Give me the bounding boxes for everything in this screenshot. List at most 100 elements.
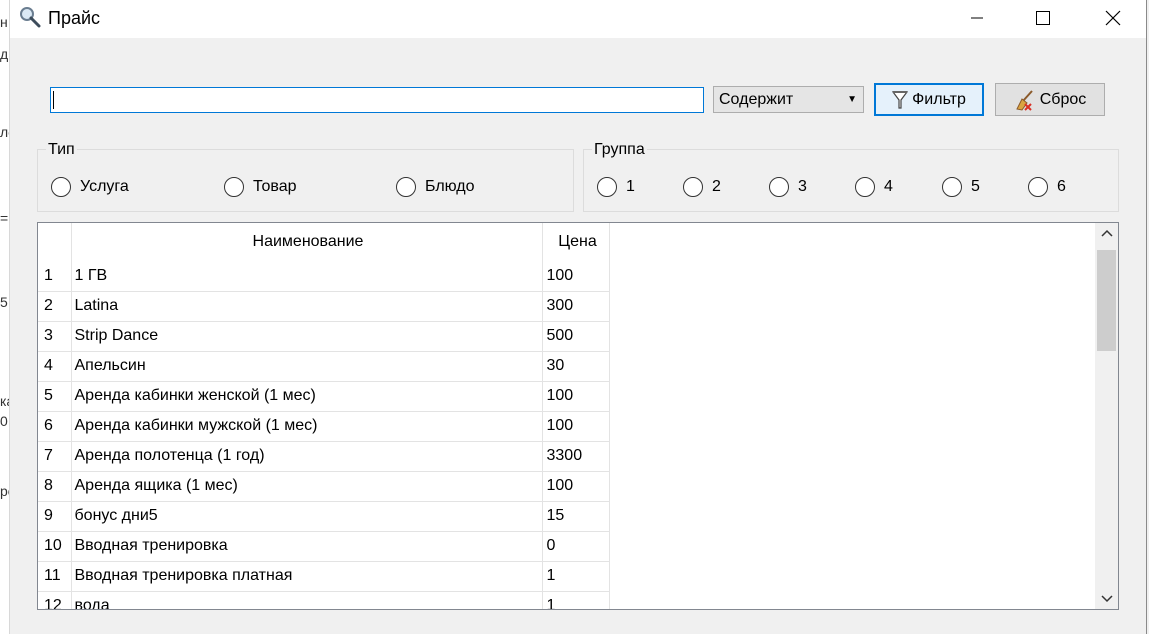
radio-circle[interactable]	[51, 177, 71, 197]
window-title: Прайс	[48, 8, 101, 28]
scroll-up-icon[interactable]	[1100, 227, 1114, 241]
type-legend: Тип	[46, 141, 77, 159]
group-groupbox: Группа 1 2 3 4 5 6	[583, 141, 1119, 212]
column-header-name[interactable]: Наименование	[71, 223, 543, 261]
table-row[interactable]: 10 Вводная тренировка 0	[38, 531, 610, 562]
table-row[interactable]: 5 Аренда кабинки женской (1 мес) 100	[38, 381, 610, 412]
table-header-row: Наименование Цена	[38, 223, 610, 261]
row-price-cell[interactable]: 1	[542, 561, 610, 592]
funnel-icon	[892, 90, 909, 109]
close-button[interactable]	[1090, 0, 1136, 36]
column-header-price[interactable]: Цена	[542, 223, 610, 261]
vertical-scrollbar[interactable]	[1095, 223, 1118, 609]
radio-type-goods[interactable]: Товар	[224, 177, 297, 197]
radio-circle[interactable]	[855, 177, 875, 197]
radio-label: Товар	[253, 178, 297, 195]
radio-label: 1	[626, 178, 635, 195]
price-table[interactable]: Наименование Цена 11 ГВ 100 2 Latina 300 3 Str…	[37, 222, 1119, 610]
table-row[interactable]: 8 Аренда ящика (1 мес) 100	[38, 471, 610, 502]
radio-type-dish[interactable]: Блюдо	[396, 177, 475, 197]
radio-circle[interactable]	[396, 177, 416, 197]
radio-label: Блюдо	[425, 178, 475, 195]
maximize-button[interactable]	[1020, 0, 1066, 36]
row-price-cell[interactable]: 300	[542, 291, 610, 322]
row-name-cell[interactable]: Strip Dance	[71, 321, 543, 352]
type-groupbox: Тип Услуга Товар Блюдо	[37, 141, 574, 212]
radio-group-1[interactable]: 1	[597, 177, 635, 197]
filter-button[interactable]: Фильтр	[874, 83, 984, 116]
radio-label: 5	[971, 178, 980, 195]
row-price-cell[interactable]: 1	[542, 591, 610, 609]
radio-circle[interactable]	[1028, 177, 1048, 197]
row-number-header	[38, 223, 72, 261]
row-number: 11	[38, 561, 72, 592]
radio-label: Услуга	[80, 178, 129, 195]
bg-text: =	[0, 210, 9, 226]
match-mode-select[interactable]: Содержит ▼	[713, 86, 864, 113]
row-number: 5	[38, 381, 72, 412]
group-legend: Группа	[592, 141, 647, 159]
radio-circle[interactable]	[683, 177, 703, 197]
table-row[interactable]: 9 бонус дни5 15	[38, 501, 610, 532]
row-price-cell[interactable]: 100	[542, 261, 610, 292]
search-input[interactable]	[50, 87, 704, 113]
row-name-cell[interactable]: 1 ГВ	[71, 261, 543, 292]
row-name-cell[interactable]: Аренда кабинки мужской (1 мес)	[71, 411, 543, 442]
row-price-cell[interactable]: 3300	[542, 441, 610, 472]
table-row[interactable]: 11 Вводная тренировка платная 1	[38, 561, 610, 592]
title-bar[interactable]: Прайс	[10, 0, 1146, 38]
row-number: 9	[38, 501, 72, 532]
table-row[interactable]: 7 Аренда полотенца (1 год) 3300	[38, 441, 610, 472]
bg-text: ка	[0, 393, 9, 409]
radio-group-6[interactable]: 6	[1028, 177, 1066, 197]
radio-circle[interactable]	[597, 177, 617, 197]
table-row[interactable]: 3 Strip Dance 500	[38, 321, 610, 352]
row-number: 10	[38, 531, 72, 562]
table-row[interactable]: 11 ГВ 100	[38, 261, 610, 292]
bg-text: 0	[0, 413, 8, 429]
table-row[interactable]: 2 Latina 300	[38, 291, 610, 322]
row-price-cell[interactable]: 100	[542, 411, 610, 442]
maximize-icon	[1036, 11, 1050, 25]
table-row[interactable]: 4 Апельсин 30	[38, 351, 610, 382]
radio-group-4[interactable]: 4	[855, 177, 893, 197]
row-price-cell[interactable]: 100	[542, 471, 610, 502]
radio-group-3[interactable]: 3	[769, 177, 807, 197]
row-price-cell[interactable]: 100	[542, 381, 610, 412]
price-table-grid: Наименование Цена 11 ГВ 100 2 Latina 300 3 Str…	[38, 223, 610, 609]
radio-label: 6	[1057, 178, 1066, 195]
reset-button[interactable]: Сброс	[995, 83, 1105, 116]
row-name-cell[interactable]: Аренда кабинки женской (1 мес)	[71, 381, 543, 412]
row-price-cell[interactable]: 30	[542, 351, 610, 382]
bg-text: н	[0, 14, 8, 30]
table-row[interactable]: 12 вода 1	[38, 591, 610, 609]
magnifier-app-icon	[20, 7, 41, 28]
scrollbar-thumb[interactable]	[1097, 250, 1116, 351]
row-price-cell[interactable]: 15	[542, 501, 610, 532]
row-name-cell[interactable]: Вводная тренировка платная	[71, 561, 543, 592]
radio-circle[interactable]	[769, 177, 789, 197]
row-number: 12	[38, 591, 72, 609]
reset-label: Сброс	[1039, 90, 1087, 108]
row-name-cell[interactable]: Аренда полотенца (1 год)	[71, 441, 543, 472]
scroll-down-icon[interactable]	[1100, 591, 1114, 605]
radio-circle[interactable]	[224, 177, 244, 197]
radio-circle[interactable]	[942, 177, 962, 197]
radio-type-service[interactable]: Услуга	[51, 177, 129, 197]
row-name-cell[interactable]: Latina	[71, 291, 543, 322]
minimize-icon	[971, 17, 983, 19]
radio-group-2[interactable]: 2	[683, 177, 721, 197]
row-price-cell[interactable]: 0	[542, 531, 610, 562]
bg-text: лс	[0, 124, 9, 140]
table-row[interactable]: 6 Аренда кабинки мужской (1 мес) 100	[38, 411, 610, 442]
row-name-cell[interactable]: Апельсин	[71, 351, 543, 382]
row-name-cell[interactable]: Вводная тренировка	[71, 531, 543, 562]
minimize-button[interactable]	[954, 0, 1000, 36]
row-price-cell[interactable]: 500	[542, 321, 610, 352]
filter-label: Фильтр	[912, 90, 966, 108]
row-name-cell[interactable]: вода	[71, 591, 543, 609]
row-number: 8	[38, 471, 72, 502]
row-name-cell[interactable]: бонус дни5	[71, 501, 543, 532]
radio-group-5[interactable]: 5	[942, 177, 980, 197]
row-name-cell[interactable]: Аренда ящика (1 мес)	[71, 471, 543, 502]
